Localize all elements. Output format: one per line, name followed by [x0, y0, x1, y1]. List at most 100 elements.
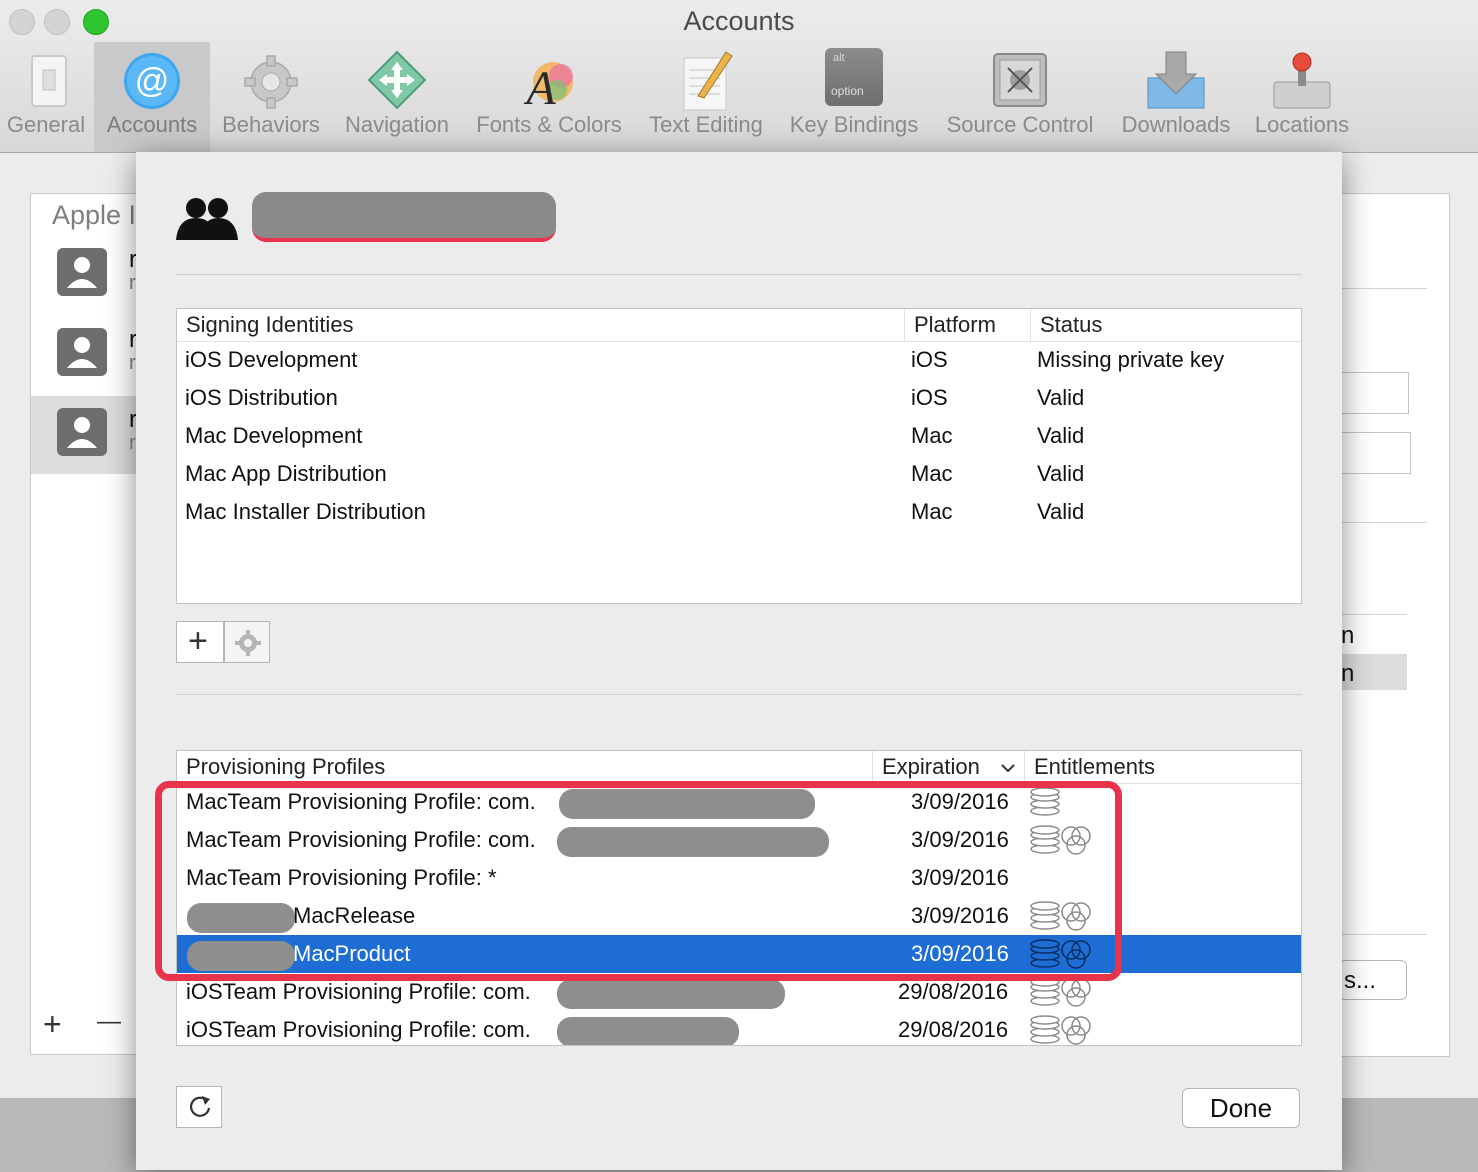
- key-alt-label: alt: [833, 52, 845, 64]
- identity-platform: Mac: [911, 499, 953, 524]
- toolbar-downloads[interactable]: Downloads: [1112, 42, 1240, 152]
- identity-platform: iOS: [911, 385, 948, 410]
- identity-status: Missing private key: [1037, 347, 1225, 372]
- toolbar-label: Downloads: [1121, 112, 1231, 137]
- redacted-text: [557, 1017, 739, 1045]
- table-row[interactable]: iOS Distribution iOS Valid: [177, 379, 1301, 417]
- identity-platform: Mac: [911, 423, 953, 448]
- toolbar-label: Navigation: [345, 112, 449, 137]
- table-header: Provisioning Profiles Expiration Entitle…: [177, 751, 1301, 784]
- toolbar-text-editing[interactable]: Text Editing: [640, 42, 772, 152]
- toolbar-label: Behaviors: [222, 112, 320, 137]
- done-label: Done: [1209, 1093, 1273, 1123]
- account-details-sheet: Signing Identities Platform Status iOS D…: [136, 152, 1342, 1170]
- column-header-expiration[interactable]: Expiration: [873, 751, 1025, 783]
- account-detail: r: [129, 432, 136, 454]
- toolbar-label: Fonts & Colors: [476, 112, 622, 137]
- detail-field[interactable]: [1339, 372, 1409, 414]
- expiration-label: Expiration: [882, 754, 980, 779]
- identity-name: Mac App Distribution: [185, 461, 387, 486]
- highlight-annotation-box: [155, 781, 1122, 981]
- avatar: [57, 328, 107, 376]
- vault-icon: [993, 53, 1047, 107]
- column-header-platform[interactable]: Platform: [905, 309, 1031, 341]
- refresh-icon: [189, 1096, 211, 1117]
- add-icon: +: [188, 622, 208, 660]
- toolbar-behaviors[interactable]: Behaviors: [214, 42, 328, 152]
- refresh-button[interactable]: [176, 1086, 222, 1128]
- detail-field[interactable]: [1339, 432, 1411, 474]
- identity-status: Valid: [1037, 423, 1085, 448]
- avatar: [57, 408, 107, 456]
- identity-platform: Mac: [911, 461, 953, 486]
- identity-platform: iOS: [911, 347, 948, 372]
- detail-separator: [1339, 614, 1407, 615]
- person-icon: [67, 257, 97, 288]
- sheet-separator: [176, 694, 1302, 695]
- entitlement-cloud-icon: [1061, 1016, 1091, 1045]
- column-header-entitlements[interactable]: Entitlements: [1025, 751, 1301, 783]
- column-header-provisioning-profiles[interactable]: Provisioning Profiles: [177, 751, 873, 783]
- sheet-separator: [176, 274, 1302, 275]
- navigation-arrows-icon: [367, 50, 427, 110]
- toolbar-source-control[interactable]: Source Control: [936, 42, 1104, 152]
- add-identity-button[interactable]: +: [176, 621, 224, 663]
- table-row[interactable]: iOSTeam Provisioning Profile: com. 29/08…: [177, 1011, 1301, 1045]
- general-switch-icon: [31, 55, 67, 107]
- signing-identities-table: Signing Identities Platform Status iOS D…: [176, 308, 1302, 604]
- done-button[interactable]: Done: [1182, 1088, 1300, 1128]
- toolbar-key-bindings[interactable]: alt option Key Bindings: [780, 42, 928, 152]
- table-header: Signing Identities Platform Status: [177, 309, 1301, 342]
- table-row[interactable]: Mac Development Mac Valid: [177, 417, 1301, 455]
- add-account-button[interactable]: +: [43, 1006, 62, 1043]
- toolbar-label: Locations: [1254, 112, 1350, 137]
- view-details-button[interactable]: s...: [1339, 960, 1407, 1000]
- fonts-colors-icon: A: [523, 62, 573, 112]
- column-header-signing-identities[interactable]: Signing Identities: [177, 309, 905, 341]
- table-row[interactable]: Mac Installer Distribution Mac Valid: [177, 493, 1301, 531]
- at-sign-icon: @: [124, 53, 180, 109]
- chevron-down-icon: [1001, 764, 1015, 773]
- identity-status: Valid: [1037, 385, 1085, 410]
- option-key-icon: alt option: [825, 48, 883, 106]
- pencil-paper-icon: [683, 51, 733, 111]
- joystick-drive-icon: [1273, 52, 1331, 109]
- detail-row[interactable]: n: [1341, 622, 1354, 650]
- toolbar-label: Accounts: [106, 112, 198, 137]
- redacted-team-name: [252, 192, 556, 242]
- toolbar-label: Key Bindings: [789, 112, 919, 137]
- svg-text:A: A: [523, 62, 556, 112]
- toolbar-navigation[interactable]: Navigation: [336, 42, 458, 152]
- profile-expiration: 29/08/2016: [898, 1017, 1009, 1042]
- identity-name: iOS Distribution: [185, 385, 338, 410]
- toolbar-accounts[interactable]: @ Accounts: [94, 42, 210, 152]
- identity-name: iOS Development: [185, 347, 358, 372]
- detail-separator: [1339, 934, 1427, 935]
- toolbar-fonts-colors[interactable]: A Fonts & Colors: [464, 42, 634, 152]
- detail-row-selected[interactable]: n: [1339, 654, 1407, 690]
- remove-account-button[interactable]: —: [97, 1008, 121, 1036]
- identity-status: Valid: [1037, 499, 1085, 524]
- detail-separator: [1339, 522, 1427, 523]
- toolbar-general[interactable]: General: [0, 42, 92, 152]
- identity-actions-button[interactable]: [224, 621, 270, 663]
- view-details-label: s...: [1344, 967, 1377, 994]
- entitlement-database-icon: [1030, 977, 1060, 1006]
- account-detail: r: [129, 272, 136, 294]
- table-row[interactable]: Mac App Distribution Mac Valid: [177, 455, 1301, 493]
- person-icon: [67, 337, 97, 368]
- table-row[interactable]: iOS Development iOS Missing private key: [177, 341, 1301, 379]
- entitlement-database-icon: [1030, 1015, 1060, 1044]
- detail-separator: [1339, 288, 1427, 289]
- column-header-status[interactable]: Status: [1031, 309, 1301, 341]
- toolbar-label: General: [6, 112, 86, 137]
- toolbar-label: Source Control: [946, 112, 1094, 137]
- account-detail: r: [129, 352, 136, 374]
- gear-icon: [235, 630, 261, 656]
- team-people-icon: [176, 198, 238, 240]
- svg-text:@: @: [135, 62, 170, 100]
- avatar: [57, 248, 107, 296]
- download-box-icon: [1147, 51, 1205, 109]
- toolbar-locations[interactable]: Locations: [1246, 42, 1358, 152]
- toolbar-label: Text Editing: [649, 112, 763, 137]
